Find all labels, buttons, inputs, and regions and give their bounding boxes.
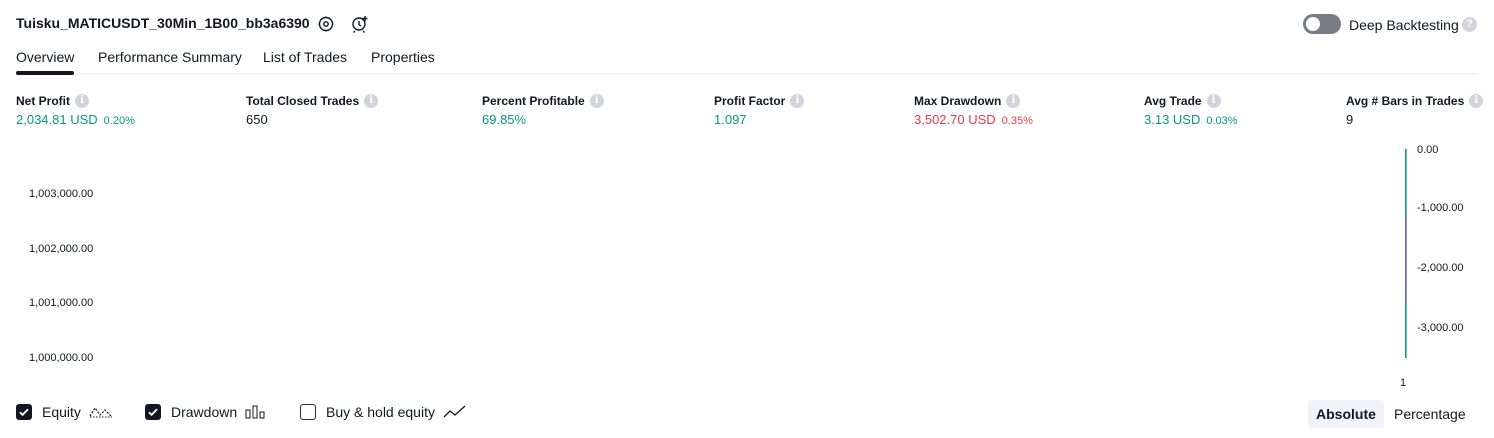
tab-properties[interactable]: Properties [371,49,435,65]
metric-avg-trade-value: 3.13 USD 0.03% [1144,112,1238,127]
equity-legend-icon [89,406,112,418]
left-axis-tick: 1,000,000.00 [29,352,94,364]
equity-checkbox[interactable]: Equity [16,404,113,420]
buy-hold-legend-icon [443,405,466,418]
metric-net-profit-percent: 0.20% [103,115,135,127]
strategy-title: Tuisku_MATICUSDT_30Min_1B00_bb3a6390 [16,15,310,31]
info-icon[interactable]: i [790,94,805,108]
settings-icon[interactable] [316,14,336,34]
tabs-divider [16,73,1478,75]
absolute-button[interactable]: Absolute [1308,400,1384,428]
metric-max-drawdown-value: 3,502.70 USD 0.35% [914,112,1033,127]
metric-percent-profitable-label: Percent Profitable i [482,94,604,108]
metric-max-drawdown-percent: 0.35% [1001,115,1033,127]
checkbox-unchecked[interactable] [300,404,316,420]
right-axis-tick: -1,000.00 [1417,202,1464,214]
deep-backtesting-label: Deep Backtesting [1349,17,1459,33]
active-tab-indicator [16,71,74,75]
metric-percent-profitable-value: 69.85% [482,112,527,127]
tab-performance-summary[interactable]: Performance Summary [98,49,242,65]
metric-avg-trade-label: Avg Trade i [1144,94,1221,108]
info-icon[interactable]: i [1206,94,1221,108]
help-icon[interactable]: ? [1462,17,1477,32]
percentage-button[interactable]: Percentage [1386,400,1474,428]
checkbox-checked[interactable] [16,404,32,420]
tab-list-of-trades[interactable]: List of Trades [263,49,347,65]
toggle-knob [1306,17,1320,31]
right-axis-tick: -3,000.00 [1417,322,1464,334]
metric-avg-bars-value: 9 [1346,112,1354,127]
left-axis-tick: 1,002,000.00 [29,243,94,255]
drawdown-series-bar [1405,212,1407,302]
metric-avg-trade-percent: 0.03% [1206,115,1238,127]
left-axis-tick: 1,001,000.00 [29,297,94,309]
checkbox-checked[interactable] [145,404,161,420]
metric-net-profit-value: 2,034.81 USD 0.20% [16,112,135,127]
metric-net-profit-label: Net Profit i [16,94,89,108]
equity-label: Equity [42,404,81,420]
deep-backtesting-toggle[interactable] [1303,14,1341,34]
drawdown-legend-icon [245,405,265,419]
info-icon[interactable]: i [364,94,379,108]
info-icon[interactable]: i [1006,94,1021,108]
metric-total-closed-trades-label: Total Closed Trades i [246,94,379,108]
add-alert-icon[interactable] [350,14,370,34]
info-icon[interactable]: i [589,94,604,108]
metric-total-closed-trades-value: 650 [246,112,268,127]
buy-hold-equity-checkbox[interactable]: Buy & hold equity [300,404,467,420]
drawdown-label: Drawdown [171,404,238,420]
right-axis-tick: -2,000.00 [1417,262,1464,274]
metric-profit-factor-label: Profit Factor i [714,94,805,108]
x-axis-tick: 1 [1400,377,1407,389]
buy-hold-equity-label: Buy & hold equity [326,404,435,420]
tab-overview[interactable]: Overview [16,49,74,65]
right-axis-tick: 0.00 [1417,144,1439,156]
equity-drawdown-plot [1405,149,1407,358]
left-axis-tick: 1,003,000.00 [29,188,94,200]
info-icon[interactable]: i [75,94,89,108]
metric-max-drawdown-label: Max Drawdown i [914,94,1021,108]
info-icon[interactable]: i [1469,94,1484,108]
metric-profit-factor-value: 1.097 [714,112,747,127]
drawdown-checkbox[interactable]: Drawdown [145,404,267,420]
metric-avg-bars-label: Avg # Bars in Trades i [1346,94,1484,108]
